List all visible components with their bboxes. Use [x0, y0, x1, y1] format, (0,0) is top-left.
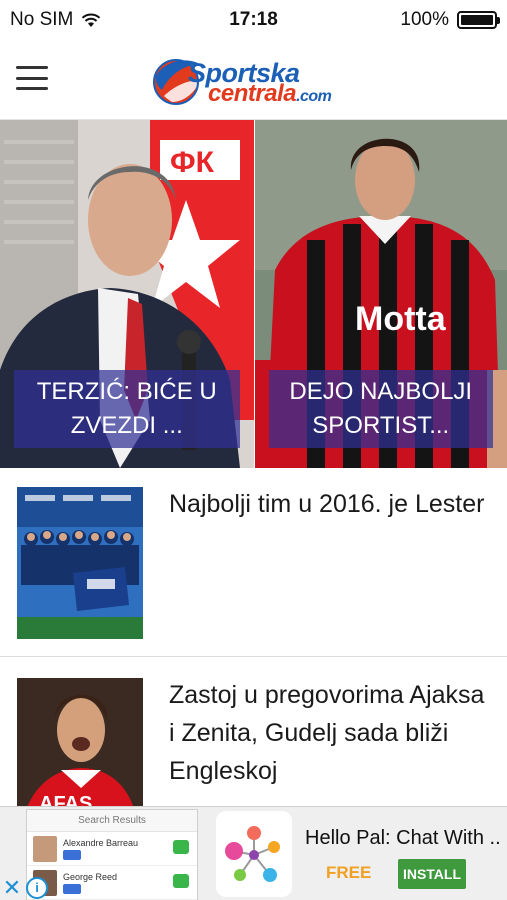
- info-icon[interactable]: i: [26, 877, 48, 899]
- ad-preview-screenshot: Search Results Alexandre Barreau George …: [26, 809, 198, 900]
- svg-text:Motta: Motta: [355, 300, 447, 338]
- carrier-label: No SIM: [10, 9, 74, 30]
- hello-pal-logo-icon: [225, 826, 280, 882]
- svg-text:ФК: ФК: [170, 146, 215, 179]
- ad-preview-row: George Reed: [27, 866, 197, 900]
- ad-price: FREE: [326, 863, 372, 882]
- status-bar: No SIM 17:18 100%: [0, 0, 507, 40]
- logo-text-com: .com: [296, 88, 332, 105]
- chat-icon: [173, 840, 189, 854]
- hero-caption-line: SPORTIST...: [312, 412, 450, 439]
- install-button[interactable]: INSTALL: [398, 859, 466, 889]
- ad-preview-header: Search Results: [27, 810, 197, 832]
- hero-caption: DEJO NAJBOLJI SPORTIST...: [268, 370, 493, 448]
- site-logo[interactable]: Sportska centrala.com: [150, 46, 360, 114]
- article-title: Zastoj u pregovorima Ajaksa i Zenita, Gu…: [169, 681, 485, 785]
- hero-caption: TERZIĆ: BIĆE U ZVEZDI ...: [14, 370, 240, 448]
- logo-text-centrala: centrala.com: [208, 80, 332, 108]
- hamburger-icon-bar: [16, 87, 48, 90]
- battery-fill: [461, 15, 493, 25]
- ad-app-icon: [216, 811, 292, 897]
- hamburger-menu-button[interactable]: [14, 62, 50, 94]
- hamburger-icon-bar: [16, 66, 48, 69]
- ad-preview-chip: [63, 850, 81, 860]
- wifi-icon: [82, 13, 101, 27]
- hamburger-icon-bar: [16, 76, 48, 80]
- hero-card-dejo[interactable]: Motta DEJO NAJBOLJI SPORTIST...: [253, 120, 507, 468]
- hero-card-terzic[interactable]: ФК TERZIĆ: BIĆE U ZVEZDI ...: [0, 120, 254, 468]
- article-list-item[interactable]: Najbolji tim u 2016. je Lester: [0, 469, 507, 657]
- hero-caption-line: TERZIĆ: BIĆE U: [36, 378, 217, 405]
- status-right: 100%: [400, 9, 500, 31]
- ad-title: Hello Pal: Chat With ...: [305, 827, 501, 849]
- ad-preview-row: Alexandre Barreau: [27, 832, 197, 866]
- chat-icon: [173, 874, 189, 888]
- article-title: Najbolji tim u 2016. je Lester: [169, 490, 485, 518]
- avatar: [33, 836, 57, 862]
- article-photo-leicester: [17, 487, 143, 639]
- article-list-item[interactable]: AFAS Zastoj u pregovorima Ajaksa i Zenit…: [0, 660, 507, 830]
- status-left: No SIM: [10, 9, 101, 31]
- hero-caption-line: DEJO NAJBOLJI: [289, 378, 473, 405]
- article-thumbnail: [17, 487, 143, 639]
- hero-caption-line: ZVEZDI ...: [70, 412, 183, 439]
- ad-banner[interactable]: Search Results Alexandre Barreau George …: [0, 806, 507, 900]
- ad-preview-chip: [63, 884, 81, 894]
- ad-preview-name: George Reed: [63, 872, 118, 882]
- logo-text-centrala-word: centrala: [208, 80, 297, 107]
- ad-preview-name: Alexandre Barreau: [63, 838, 139, 848]
- app-header: Sportska centrala.com: [0, 40, 507, 120]
- battery-label: 100%: [400, 9, 449, 30]
- hero-carousel: ФК TERZIĆ: BIĆE U ZVEZDI ... Motta DEJO …: [0, 120, 507, 468]
- close-icon[interactable]: ✕: [2, 877, 22, 899]
- battery-icon: [457, 11, 500, 29]
